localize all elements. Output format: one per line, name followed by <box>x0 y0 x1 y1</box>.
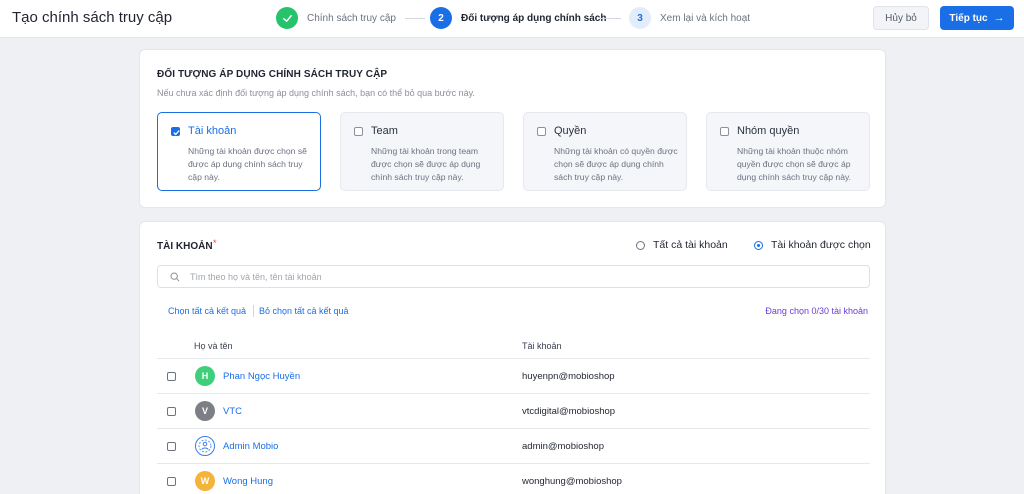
cancel-button[interactable]: Hủy bỏ <box>873 6 929 30</box>
option-title: Nhóm quyền <box>737 125 800 137</box>
option-title: Quyền <box>554 125 587 137</box>
user-name[interactable]: Phan Ngọc Huyền <box>223 371 300 382</box>
section-hint: Nếu chưa xác định đối tượng áp dụng chín… <box>157 88 475 98</box>
user-account: vtcdigital@mobioshop <box>522 406 616 417</box>
section-title: ĐỐI TƯỢNG ÁP DỤNG CHÍNH SÁCH TRUY CẬP <box>157 69 388 80</box>
table-row[interactable]: Admin Mobio admin@mobioshop <box>157 429 870 464</box>
checkbox[interactable] <box>720 127 729 136</box>
option-quyen[interactable]: Quyền Những tài khoản có quyền được chọn… <box>523 112 687 191</box>
next-button-label: Tiếp tục <box>949 12 988 24</box>
top-header: Tạo chính sách truy cập Chính sách truy … <box>0 0 1024 38</box>
step-number: 3 <box>629 7 651 29</box>
checkbox[interactable] <box>537 127 546 136</box>
option-desc: Những tài khoản được chọn sẽ được áp dụn… <box>188 146 307 182</box>
table-row[interactable]: V VTC vtcdigital@mobioshop <box>157 394 870 429</box>
column-header-account: Tài khoản <box>522 341 562 351</box>
user-name[interactable]: Admin Mobio <box>223 441 278 452</box>
option-title: Tài khoản <box>188 125 237 137</box>
target-card: ĐỐI TƯỢNG ÁP DỤNG CHÍNH SÁCH TRUY CẬP Nế… <box>139 49 886 208</box>
accounts-card: TÀI KHOẢN * Tất cả tài khoản Tài khoản đ… <box>139 221 886 494</box>
check-icon <box>276 7 298 29</box>
user-account: wonghung@mobioshop <box>522 476 622 487</box>
selected-count: Đang chọn 0/30 tài khoản <box>765 306 868 316</box>
user-account: admin@mobioshop <box>522 441 604 452</box>
accounts-title: TÀI KHOẢN <box>157 241 213 252</box>
avatar: H <box>195 366 215 386</box>
table-row[interactable]: W Wong Hung wonghung@mobioshop <box>157 464 870 494</box>
row-checkbox[interactable] <box>167 407 176 416</box>
user-account: huyenpn@mobioshop <box>522 371 615 382</box>
radio-all-accounts[interactable]: Tất cả tài khoản <box>636 239 728 251</box>
user-name[interactable]: Wong Hung <box>223 476 273 487</box>
deselect-all-link[interactable]: Bỏ chọn tất cả kết quả <box>259 306 349 316</box>
user-name[interactable]: VTC <box>223 406 242 417</box>
search-input[interactable] <box>190 269 850 285</box>
column-header-name: Họ và tên <box>194 341 233 351</box>
option-team[interactable]: Team Những tài khoản trong team được chọ… <box>340 112 504 191</box>
option-desc: Những tài khoản có quyền được chọn sẽ đư… <box>554 146 678 182</box>
step-label: Xem lại và kích hoạt <box>660 12 751 24</box>
row-checkbox[interactable] <box>167 442 176 451</box>
table-row[interactable]: H Phan Ngọc Huyền huyenpn@mobioshop <box>157 359 870 394</box>
avatar: V <box>195 401 215 421</box>
required-mark: * <box>213 238 217 248</box>
step-number: 2 <box>430 7 452 29</box>
radio-label: Tài khoản được chọn <box>771 239 871 251</box>
step-label: Chính sách truy cập <box>307 12 396 24</box>
radio-checked-icon[interactable] <box>754 240 763 250</box>
step-label: Đối tượng áp dụng chính sách <box>461 12 607 24</box>
radio-icon[interactable] <box>636 240 645 250</box>
page-title: Tạo chính sách truy cập <box>12 9 173 26</box>
checkbox[interactable] <box>354 127 363 136</box>
radio-label: Tất cả tài khoản <box>653 239 728 251</box>
divider <box>253 305 254 317</box>
scrollbar[interactable] <box>1017 38 1024 494</box>
step-connector <box>405 18 425 19</box>
option-nhom-quyen[interactable]: Nhóm quyền Những tài khoản thuộc nhóm qu… <box>706 112 870 191</box>
radio-selected-accounts[interactable]: Tài khoản được chọn <box>754 239 871 251</box>
step-3: 3 Xem lại và kích hoạt <box>629 6 750 30</box>
checkbox-checked[interactable] <box>171 127 180 136</box>
option-title: Team <box>371 125 398 137</box>
option-tai-khoan[interactable]: Tài khoản Những tài khoản được chọn sẽ đ… <box>157 112 321 191</box>
step-1: Chính sách truy cập <box>276 6 396 30</box>
search-icon <box>170 272 180 282</box>
select-all-link[interactable]: Chọn tất cả kết quả <box>168 306 246 316</box>
row-checkbox[interactable] <box>167 372 176 381</box>
row-checkbox[interactable] <box>167 477 176 486</box>
next-button[interactable]: Tiếp tục → <box>940 6 1014 30</box>
search-box[interactable] <box>157 265 870 288</box>
step-connector <box>599 18 621 19</box>
option-desc: Những tài khoản trong team được chọn sẽ … <box>371 146 481 182</box>
arrow-right-icon: → <box>993 12 1005 24</box>
option-desc: Những tài khoản thuộc nhóm quyền được ch… <box>737 146 852 182</box>
avatar: W <box>195 471 215 491</box>
step-2: 2 Đối tượng áp dụng chính sách <box>430 6 606 30</box>
admin-avatar-icon <box>195 436 215 456</box>
